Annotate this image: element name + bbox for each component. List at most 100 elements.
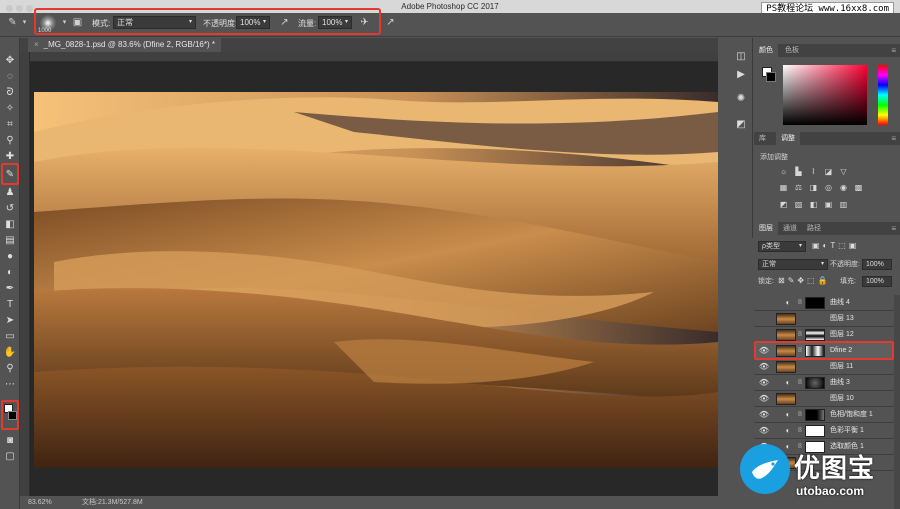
- mask-link-icon[interactable]: 8: [798, 409, 802, 421]
- hue-slider[interactable]: [878, 65, 888, 125]
- mask-link-icon[interactable]: 8: [798, 425, 802, 437]
- history-panel-icon[interactable]: ◫: [734, 50, 748, 64]
- vibrance-icon[interactable]: ▽: [838, 167, 849, 177]
- horizontal-ruler[interactable]: [30, 52, 718, 62]
- bw-icon[interactable]: ◨: [808, 183, 819, 193]
- color-picker-field[interactable]: [783, 65, 867, 125]
- gradient-tool-icon[interactable]: ▤: [2, 234, 18, 248]
- layer-filter-icons[interactable]: ▣◐T⬚▣: [812, 241, 859, 250]
- photo-filter-icon[interactable]: ◎: [823, 183, 834, 193]
- size-pressure-icon[interactable]: ↗: [384, 16, 397, 29]
- actions-panel-icon[interactable]: ▶: [734, 68, 748, 82]
- layer-row[interactable]: 👁 ◐ 8 曲线 3: [754, 375, 894, 391]
- vertical-ruler[interactable]: [20, 52, 30, 496]
- clone-source-icon[interactable]: ◩: [734, 118, 748, 132]
- visibility-toggle[interactable]: 👁: [758, 377, 770, 389]
- tab-paths[interactable]: 路径: [802, 222, 826, 235]
- pen-tool-icon[interactable]: ✒: [2, 282, 18, 296]
- visibility-toggle[interactable]: [758, 313, 770, 325]
- layer-mask-thumb[interactable]: [805, 409, 825, 421]
- adjust-panel-menu-icon[interactable]: ≡: [891, 132, 896, 145]
- layer-row[interactable]: ◐ 8 曲线 4: [754, 295, 894, 311]
- healing-brush-tool-icon[interactable]: ✚: [2, 150, 18, 164]
- quick-mask-icon[interactable]: ◙: [2, 434, 18, 448]
- zoom-level[interactable]: 83.62%: [28, 496, 52, 509]
- eraser-tool-icon[interactable]: ◧: [2, 218, 18, 232]
- levels-icon[interactable]: ▙: [793, 167, 804, 177]
- fill-input[interactable]: 100%: [862, 276, 892, 287]
- more-tools-icon[interactable]: ⋯: [2, 378, 18, 392]
- channel-mixer-icon[interactable]: ◉: [838, 183, 849, 193]
- layer-row[interactable]: 👁 图层 10: [754, 391, 894, 407]
- clone-stamp-tool-icon[interactable]: ♟: [2, 186, 18, 200]
- layer-thumb: [776, 361, 796, 373]
- panel-background-swatch[interactable]: [766, 72, 776, 82]
- threshold-icon[interactable]: ◧: [808, 200, 819, 210]
- curves-icon[interactable]: ⌇: [808, 167, 819, 177]
- marquee-tool-icon[interactable]: ◌: [2, 70, 18, 84]
- mask-link-icon[interactable]: 8: [798, 297, 802, 309]
- quick-select-tool-icon[interactable]: ✧: [2, 102, 18, 116]
- tab-adjustments[interactable]: 调整: [776, 132, 800, 145]
- color-panel-tabs: 颜色 色板 ≡: [754, 44, 900, 57]
- selective-color-icon[interactable]: ▣: [823, 200, 834, 210]
- mask-link-icon[interactable]: 8: [798, 329, 802, 341]
- brush-settings-icon[interactable]: ✺: [734, 92, 748, 106]
- visibility-toggle[interactable]: [758, 297, 770, 309]
- hue-sat-icon[interactable]: ▦: [778, 183, 789, 193]
- layer-row[interactable]: 图层 13: [754, 311, 894, 327]
- zoom-tool-icon[interactable]: ⚲: [2, 362, 18, 376]
- invert-icon[interactable]: ◩: [778, 200, 789, 210]
- screen-mode-icon[interactable]: ▢: [2, 450, 18, 464]
- layer-opacity-input[interactable]: 100%: [862, 259, 892, 270]
- document-tab[interactable]: × _MG_0828-1.psd @ 83.6% (Dfine 2, RGB/16…: [28, 38, 221, 52]
- color-balance-icon[interactable]: ⚖: [793, 183, 804, 193]
- color-panel-menu-icon[interactable]: ≡: [891, 44, 896, 57]
- layer-mask-thumb[interactable]: [805, 377, 825, 389]
- layer-mask-thumb[interactable]: [805, 329, 825, 341]
- tab-color[interactable]: 颜色: [754, 44, 778, 57]
- gradient-map-icon[interactable]: ▥: [838, 200, 849, 210]
- canvas-area[interactable]: [30, 62, 718, 496]
- dodge-tool-icon[interactable]: ◐: [2, 266, 18, 280]
- posterize-icon[interactable]: ▧: [793, 200, 804, 210]
- history-brush-tool-icon[interactable]: ↺: [2, 202, 18, 216]
- visibility-toggle[interactable]: 👁: [758, 425, 770, 437]
- layer-filter-select[interactable]: ρ类型 ▾: [758, 241, 806, 252]
- brightness-icon[interactable]: ☼: [778, 167, 789, 177]
- exposure-icon[interactable]: ◪: [823, 167, 834, 177]
- color-balance-adjustment-icon: ◐: [785, 426, 791, 435]
- blur-tool-icon[interactable]: ●: [2, 250, 18, 264]
- adjustment-icons-row-2: ▦ ⚖ ◨ ◎ ◉ ▩: [778, 183, 888, 195]
- tab-layers[interactable]: 图层: [754, 222, 778, 235]
- document-image[interactable]: [34, 92, 718, 468]
- tab-swatches[interactable]: 色板: [780, 44, 804, 57]
- type-tool-icon[interactable]: T: [2, 298, 18, 312]
- visibility-toggle[interactable]: 👁: [758, 393, 770, 405]
- mask-link-icon[interactable]: 8: [798, 377, 802, 389]
- move-tool-icon[interactable]: ✥: [2, 54, 18, 68]
- visibility-toggle[interactable]: 👁: [758, 361, 770, 373]
- visibility-toggle[interactable]: 👁: [758, 409, 770, 421]
- tab-channels[interactable]: 通道: [778, 222, 802, 235]
- eyedropper-tool-icon[interactable]: ⚲: [2, 134, 18, 148]
- layer-mask-thumb[interactable]: [805, 425, 825, 437]
- layer-mask-thumb[interactable]: [805, 297, 825, 309]
- layer-row[interactable]: 👁 图层 11: [754, 359, 894, 375]
- layers-panel-menu-icon[interactable]: ≡: [891, 222, 896, 235]
- lasso-tool-icon[interactable]: ᘐ: [2, 86, 18, 100]
- add-adjustment-label: 添加调整: [760, 154, 788, 161]
- shape-tool-icon[interactable]: ▭: [2, 330, 18, 344]
- tool-preset-dropdown[interactable]: ▾: [18, 16, 31, 29]
- hand-tool-icon[interactable]: ✋: [2, 346, 18, 360]
- layer-row[interactable]: 👁 ◐ 8 色彩平衡 1: [754, 423, 894, 439]
- visibility-toggle[interactable]: [758, 329, 770, 341]
- crop-tool-icon[interactable]: ⌗: [2, 118, 18, 132]
- color-lookup-icon[interactable]: ▩: [853, 183, 864, 193]
- blend-mode-select[interactable]: 正常 ▾: [758, 259, 828, 270]
- lock-icons[interactable]: ⊠✎✥⬚🔒: [778, 276, 831, 285]
- layer-row[interactable]: 👁 ◐ 8 色相/饱和度 1: [754, 407, 894, 423]
- close-tab-icon[interactable]: ×: [34, 40, 39, 49]
- tab-library[interactable]: 库: [754, 132, 771, 145]
- path-select-tool-icon[interactable]: ➤: [2, 314, 18, 328]
